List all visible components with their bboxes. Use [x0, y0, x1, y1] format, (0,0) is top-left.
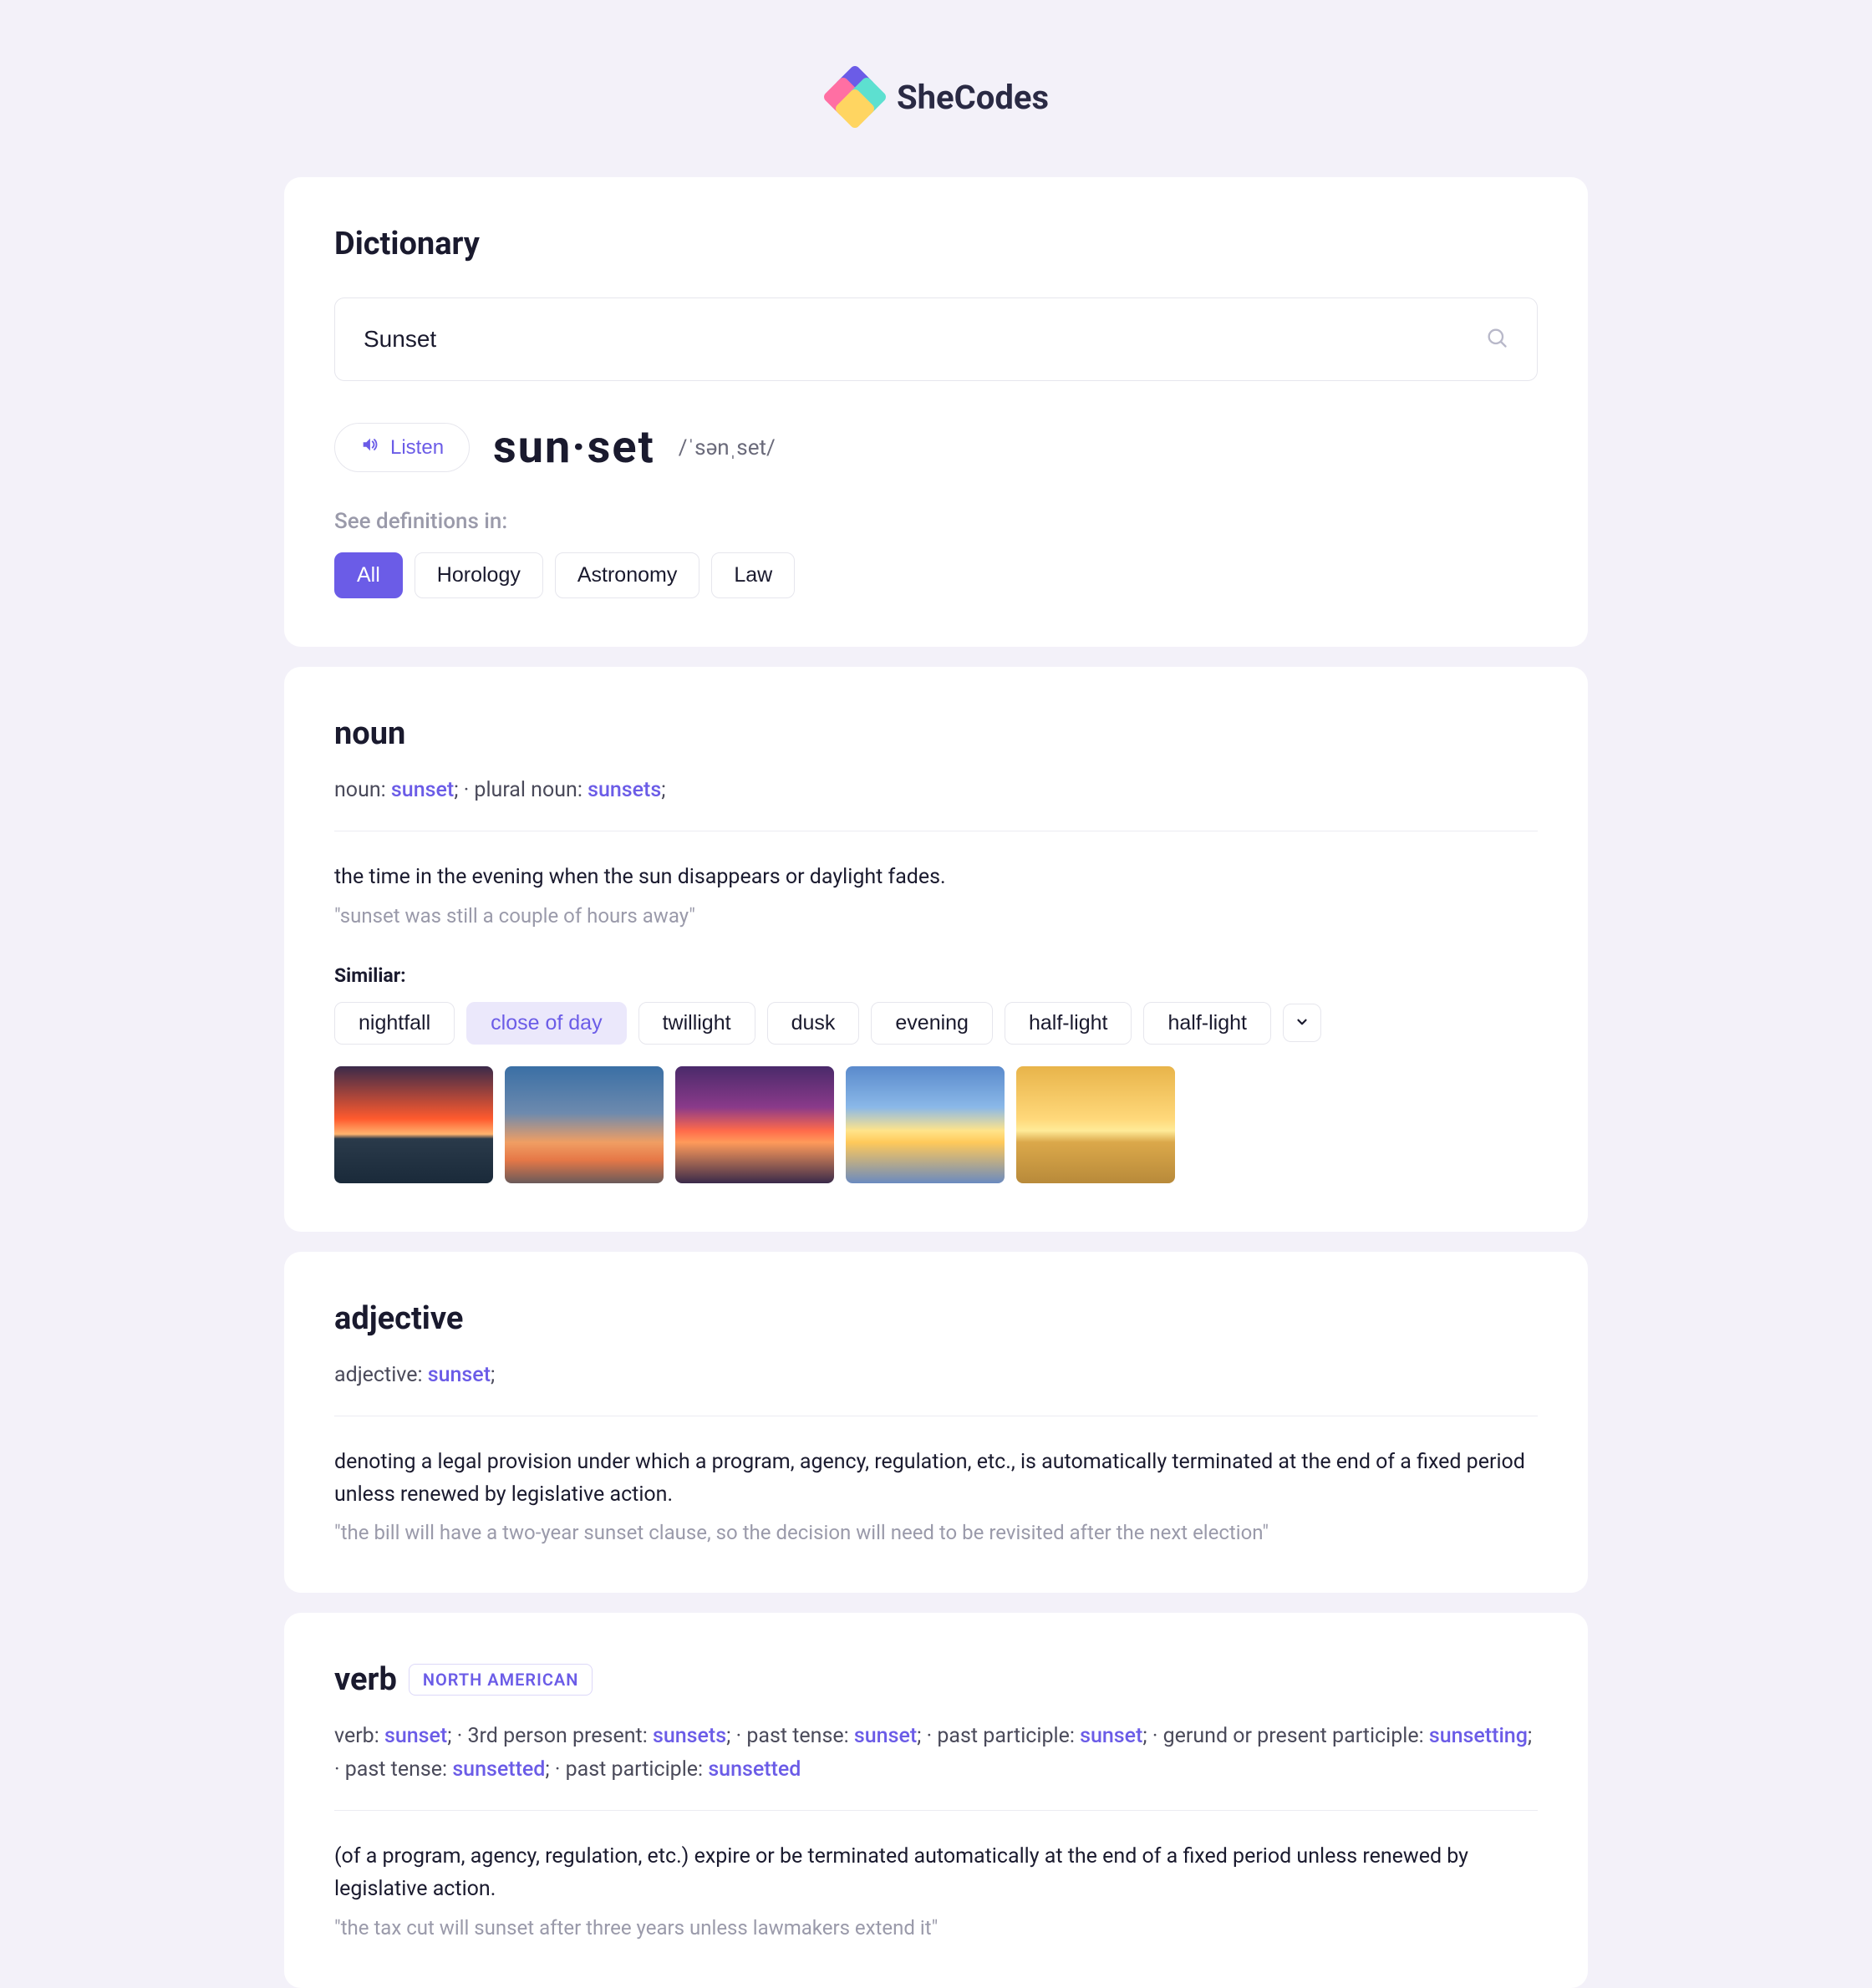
chevron-down-icon — [1295, 1014, 1310, 1032]
headword: sun·set — [493, 421, 655, 474]
thumbnail-5[interactable] — [1016, 1066, 1175, 1183]
listen-button[interactable]: Listen — [334, 423, 470, 472]
phonetic: /ˈsənˌset/ — [679, 435, 776, 460]
synonym-half-light-1[interactable]: half-light — [1005, 1002, 1132, 1045]
search-input[interactable] — [364, 326, 1508, 353]
category-all[interactable]: All — [334, 552, 403, 598]
adjective-forms: adjective: sunset; — [334, 1359, 1538, 1392]
noun-example: "sunset was still a couple of hours away… — [334, 904, 1538, 928]
thumbnail-2[interactable] — [505, 1066, 664, 1183]
synonym-close-of-day[interactable]: close of day — [466, 1002, 626, 1045]
see-definitions-label: See definitions in: — [334, 509, 1538, 534]
adjective-definition: denoting a legal provision under which a… — [334, 1447, 1538, 1512]
synonym-nightfall[interactable]: nightfall — [334, 1002, 455, 1045]
search-icon[interactable] — [1485, 326, 1508, 353]
brand-logo: SheCodes — [284, 67, 1588, 127]
noun-card: noun noun: sunset; · plural noun: sunset… — [284, 667, 1588, 1232]
verb-example: "the tax cut will sunset after three yea… — [334, 1916, 1538, 1940]
adjective-example: "the bill will have a two-year sunset cl… — [334, 1521, 1538, 1544]
thumbnail-3[interactable] — [675, 1066, 834, 1183]
image-row — [334, 1066, 1538, 1183]
thumbnail-1[interactable] — [334, 1066, 493, 1183]
noun-forms: noun: sunset; · plural noun: sunsets; — [334, 774, 1538, 807]
north-american-badge: NORTH AMERICAN — [409, 1664, 593, 1696]
noun-heading: noun — [334, 715, 1538, 752]
synonym-row: nightfall close of day twillight dusk ev… — [334, 1002, 1538, 1045]
synonym-twilight[interactable]: twillight — [638, 1002, 755, 1045]
category-astronomy[interactable]: Astronomy — [555, 552, 699, 598]
verb-card: verb NORTH AMERICAN verb: sunset; · 3rd … — [284, 1613, 1588, 1988]
verb-forms: verb: sunset; · 3rd person present: suns… — [334, 1720, 1538, 1787]
thumbnail-4[interactable] — [846, 1066, 1005, 1183]
noun-definition: the time in the evening when the sun dis… — [334, 862, 1538, 894]
category-row: All Horology Astronomy Law — [334, 552, 1538, 598]
page-title: Dictionary — [334, 226, 1538, 262]
search-card: Dictionary Listen sun·set /ˈsənˌset/ See… — [284, 177, 1588, 647]
search-field-wrap — [334, 297, 1538, 381]
verb-heading: verb — [334, 1661, 397, 1698]
synonym-dusk[interactable]: dusk — [767, 1002, 860, 1045]
similar-label: Similiar: — [334, 964, 1538, 987]
category-horology[interactable]: Horology — [415, 552, 543, 598]
category-law[interactable]: Law — [711, 552, 795, 598]
synonym-evening[interactable]: evening — [871, 1002, 993, 1045]
adjective-card: adjective adjective: sunset; denoting a … — [284, 1252, 1588, 1594]
adjective-heading: adjective — [334, 1300, 1538, 1337]
listen-label: Listen — [390, 436, 444, 460]
verb-definition: (of a program, agency, regulation, etc.)… — [334, 1841, 1538, 1906]
brand-name: SheCodes — [897, 78, 1049, 117]
shecodes-logo-icon — [823, 67, 883, 127]
expand-synonyms-button[interactable] — [1283, 1004, 1321, 1042]
volume-icon — [360, 435, 379, 460]
synonym-half-light-2[interactable]: half-light — [1143, 1002, 1271, 1045]
